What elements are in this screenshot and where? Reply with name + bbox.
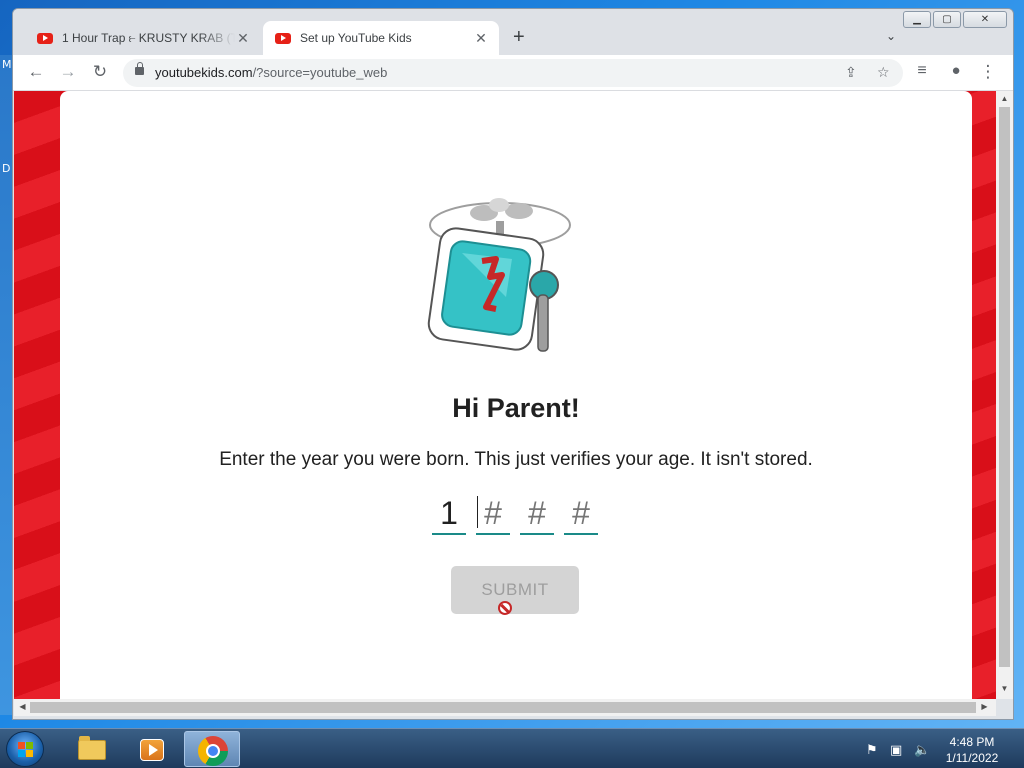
horizontal-scroll-thumb[interactable] xyxy=(30,702,976,713)
age-instructions: Enter the year you were born. This just … xyxy=(219,449,813,470)
desktop-icon-label: M xyxy=(2,58,12,71)
maximize-button[interactable]: ▢ xyxy=(933,11,961,28)
bookmark-star-icon[interactable]: ☆ xyxy=(877,64,890,81)
reading-list-icon[interactable]: ≡ xyxy=(911,62,933,80)
media-player-icon xyxy=(140,739,164,761)
reload-icon[interactable]: ↻ xyxy=(89,62,111,82)
scroll-up-arrow-icon[interactable]: ▲ xyxy=(996,94,1013,103)
start-button[interactable] xyxy=(6,731,44,767)
url-text: youtubekids.com/?source=youtube_web xyxy=(155,65,387,80)
year-digit-2[interactable]: # xyxy=(476,493,510,535)
browser-toolbar: ← → ↻ youtubekids.com/?source=youtube_we… xyxy=(13,55,1013,91)
page-viewport: Hi Parent! Enter the year you were born.… xyxy=(14,91,996,699)
close-icon[interactable]: ✕ xyxy=(473,30,489,47)
year-digit-4[interactable]: # xyxy=(564,493,598,535)
close-icon[interactable]: ✕ xyxy=(235,30,251,47)
clock-time: 4:48 PM xyxy=(949,735,995,749)
vertical-scroll-thumb[interactable] xyxy=(999,107,1010,667)
forward-arrow-icon[interactable]: → xyxy=(57,62,79,82)
system-clock[interactable]: 4:48 PM 1/11/2022 xyxy=(932,734,1012,766)
not-allowed-cursor-icon xyxy=(498,601,512,615)
year-digit-3[interactable]: # xyxy=(520,493,554,535)
url-host: youtubekids.com xyxy=(155,65,253,80)
birth-year-input: 1 # # # xyxy=(432,493,598,535)
scroll-down-arrow-icon[interactable]: ▼ xyxy=(996,684,1013,693)
submit-button[interactable]: SUBMIT xyxy=(451,566,579,614)
browser-window: 1 Hour Trap ⥼ KRUSTY KRAB (Trap ✕ Set up… xyxy=(12,8,1014,720)
scroll-right-arrow-icon[interactable]: ▶ xyxy=(976,702,993,711)
volume-icon[interactable]: 🔈 xyxy=(914,742,930,758)
windows-logo-icon xyxy=(18,742,34,758)
chrome-icon xyxy=(198,736,228,766)
profile-avatar-icon[interactable]: ● xyxy=(945,62,967,79)
address-bar[interactable]: youtubekids.com/?source=youtube_web ⇪ ☆ xyxy=(123,59,903,87)
lock-icon[interactable] xyxy=(135,62,144,75)
clock-date: 1/11/2022 xyxy=(945,751,999,765)
minimize-button[interactable]: ▁ xyxy=(903,11,931,28)
youtube-kids-mascot-icon xyxy=(427,198,571,352)
tab-strip: 1 Hour Trap ⥼ KRUSTY KRAB (Trap ✕ Set up… xyxy=(13,9,1013,55)
new-tab-button[interactable]: + xyxy=(513,26,525,49)
menu-kebab-icon[interactable]: ⋮ xyxy=(977,62,999,82)
taskbar-media-player[interactable] xyxy=(122,731,178,767)
window-controls: ▁ ▢ ✕ xyxy=(903,11,1007,28)
setup-card: Hi Parent! Enter the year you were born.… xyxy=(60,91,972,699)
horizontal-scrollbar[interactable]: ◀ ▶ xyxy=(14,699,996,716)
back-arrow-icon[interactable]: ← xyxy=(25,62,47,82)
folder-icon xyxy=(78,736,106,760)
taskbar-explorer[interactable] xyxy=(62,731,118,767)
vertical-scrollbar[interactable]: ▲ ▼ xyxy=(996,91,1013,699)
tab-krusty-krab[interactable]: 1 Hour Trap ⥼ KRUSTY KRAB (Trap ✕ xyxy=(25,21,261,55)
desktop-icon-label: D xyxy=(2,162,11,175)
scroll-left-arrow-icon[interactable]: ◀ xyxy=(14,702,31,711)
page-title: Hi Parent! xyxy=(452,393,580,423)
tab-title: 1 Hour Trap ⥼ KRUSTY KRAB (Trap xyxy=(62,30,235,45)
url-path: /?source=youtube_web xyxy=(252,65,388,80)
youtube-icon xyxy=(275,32,291,44)
network-icon[interactable]: ▣ xyxy=(890,742,902,758)
tab-youtube-kids[interactable]: Set up YouTube Kids ✕ xyxy=(263,21,499,55)
share-icon[interactable]: ⇪ xyxy=(845,64,857,81)
year-digit-1[interactable]: 1 xyxy=(432,493,466,535)
tab-search-chevron-icon[interactable]: ⌄ xyxy=(886,29,896,43)
action-center-flag-icon[interactable]: ⚑ xyxy=(866,742,878,758)
taskbar: ⚑ ▣ 🔈 4:48 PM 1/11/2022 xyxy=(0,728,1024,768)
tab-title: Set up YouTube Kids xyxy=(300,31,412,45)
youtube-icon xyxy=(37,32,53,44)
taskbar-chrome[interactable] xyxy=(184,731,240,767)
close-window-button[interactable]: ✕ xyxy=(963,11,1007,28)
